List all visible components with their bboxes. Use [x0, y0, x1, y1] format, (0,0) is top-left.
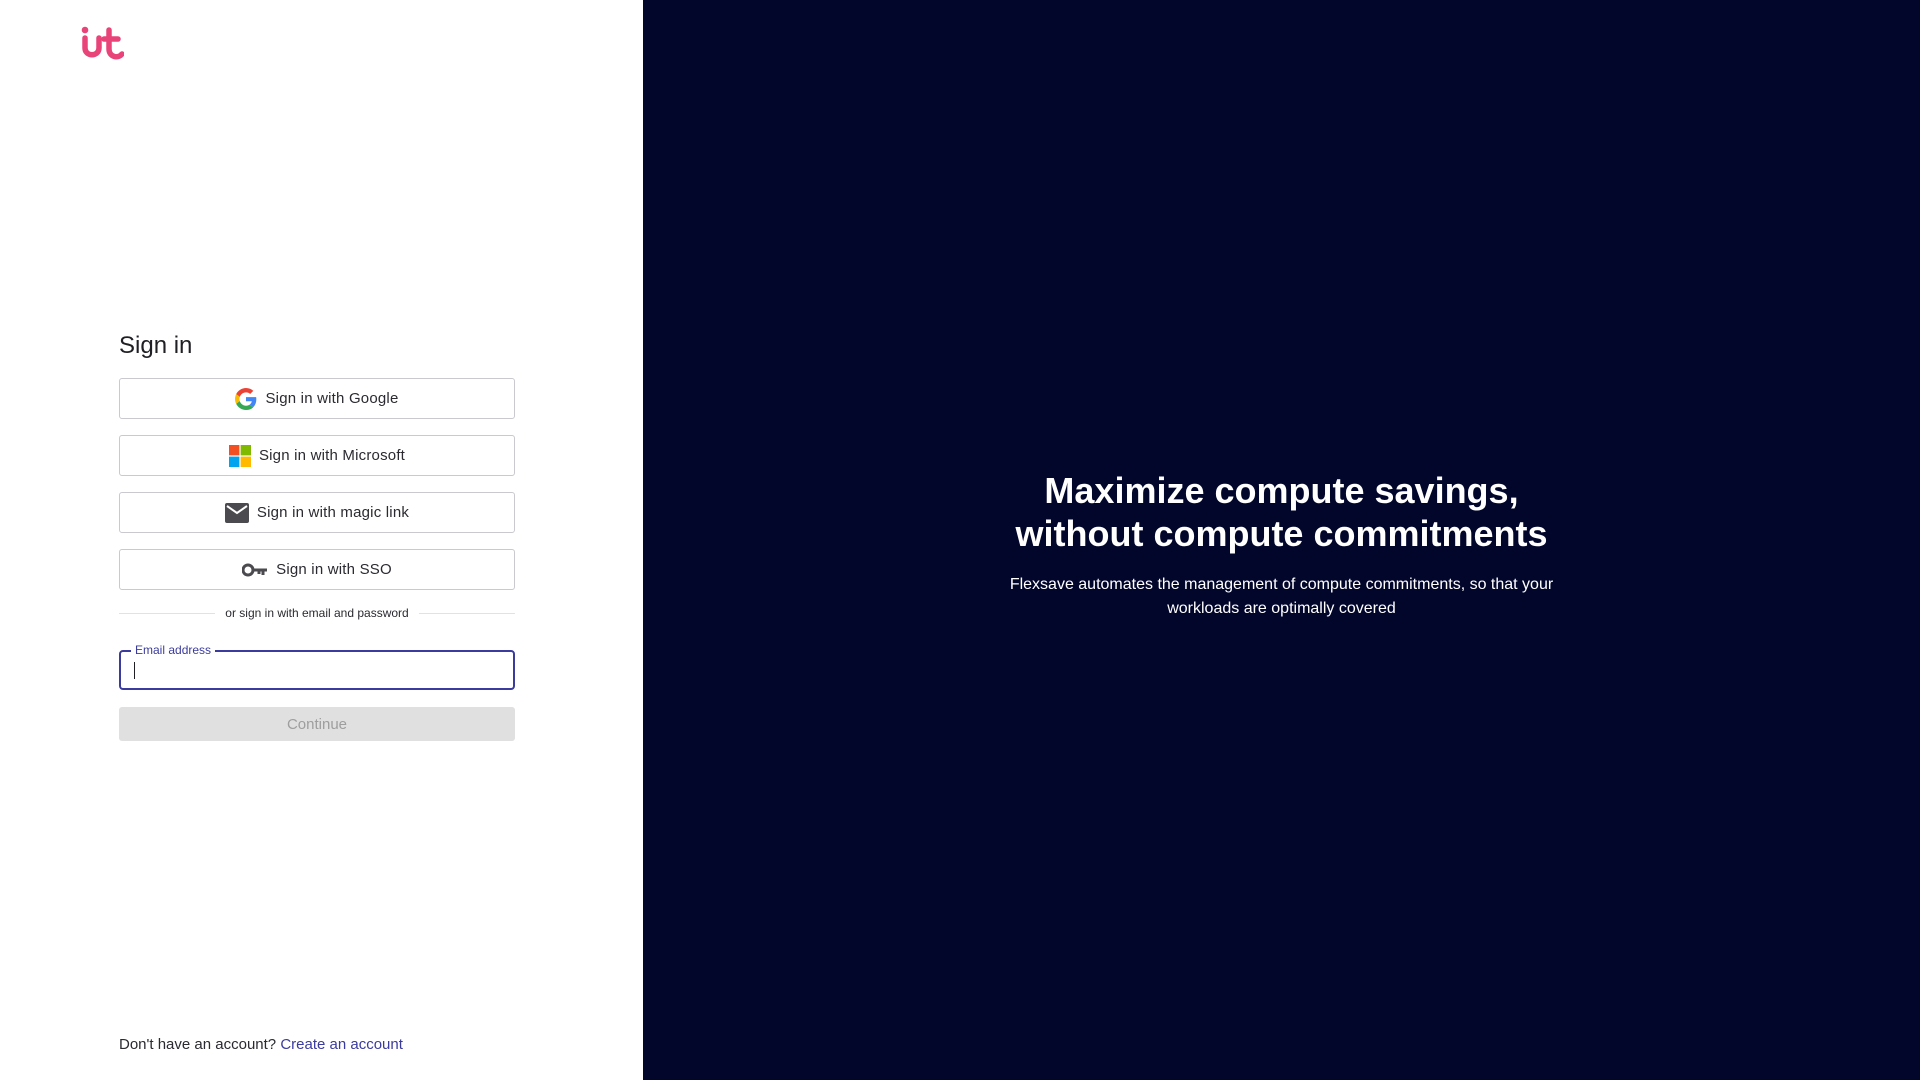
- email-field-label: Email address: [131, 643, 216, 657]
- promo-panel: Maximize compute savings, without comput…: [643, 0, 1920, 1080]
- divider-text: or sign in with email and password: [225, 606, 409, 620]
- divider-line-right: [418, 612, 516, 614]
- promo-subline: Flexsave automates the management of com…: [1009, 576, 1554, 617]
- signin-panel: Sign in Sign in with Google Sign in with…: [0, 0, 643, 1080]
- sso-signin-label: Sign in with SSO: [276, 561, 392, 578]
- email-field: Email address: [119, 643, 515, 690]
- divider: or sign in with email and password: [119, 606, 516, 620]
- page: Sign in Sign in with Google Sign in with…: [0, 0, 1920, 1080]
- continue-button[interactable]: Continue: [119, 707, 515, 741]
- page-title: Sign in: [119, 332, 193, 359]
- divider-line-left: [119, 612, 216, 614]
- promo-headline: Maximize compute savings, without comput…: [1015, 470, 1548, 554]
- brand-logo[interactable]: [80, 26, 125, 62]
- google-icon: [235, 387, 257, 410]
- signin-form: Sign in Sign in with Google Sign in with…: [119, 328, 516, 741]
- email-input[interactable]: [121, 652, 513, 688]
- signup-prompt-text: Don't have an account?: [119, 1036, 277, 1053]
- google-signin-button[interactable]: Sign in with Google: [119, 378, 515, 419]
- google-signin-label: Sign in with Google: [265, 390, 399, 407]
- magic-link-signin-label: Sign in with magic link: [256, 504, 410, 521]
- microsoft-signin-label: Sign in with Microsoft: [258, 447, 406, 464]
- logo-icon: [81, 26, 125, 60]
- key-icon: [242, 563, 268, 577]
- magic-link-signin-button[interactable]: Sign in with magic link: [119, 492, 515, 533]
- mail-icon: [224, 502, 249, 523]
- text-caret: [134, 662, 135, 679]
- sso-signin-button[interactable]: Sign in with SSO: [119, 549, 515, 590]
- microsoft-signin-button[interactable]: Sign in with Microsoft: [119, 435, 515, 476]
- signup-prompt: Don't have an account? Create an account: [119, 1036, 403, 1053]
- create-account-link[interactable]: Create an account: [280, 1036, 403, 1053]
- microsoft-icon: [228, 444, 251, 467]
